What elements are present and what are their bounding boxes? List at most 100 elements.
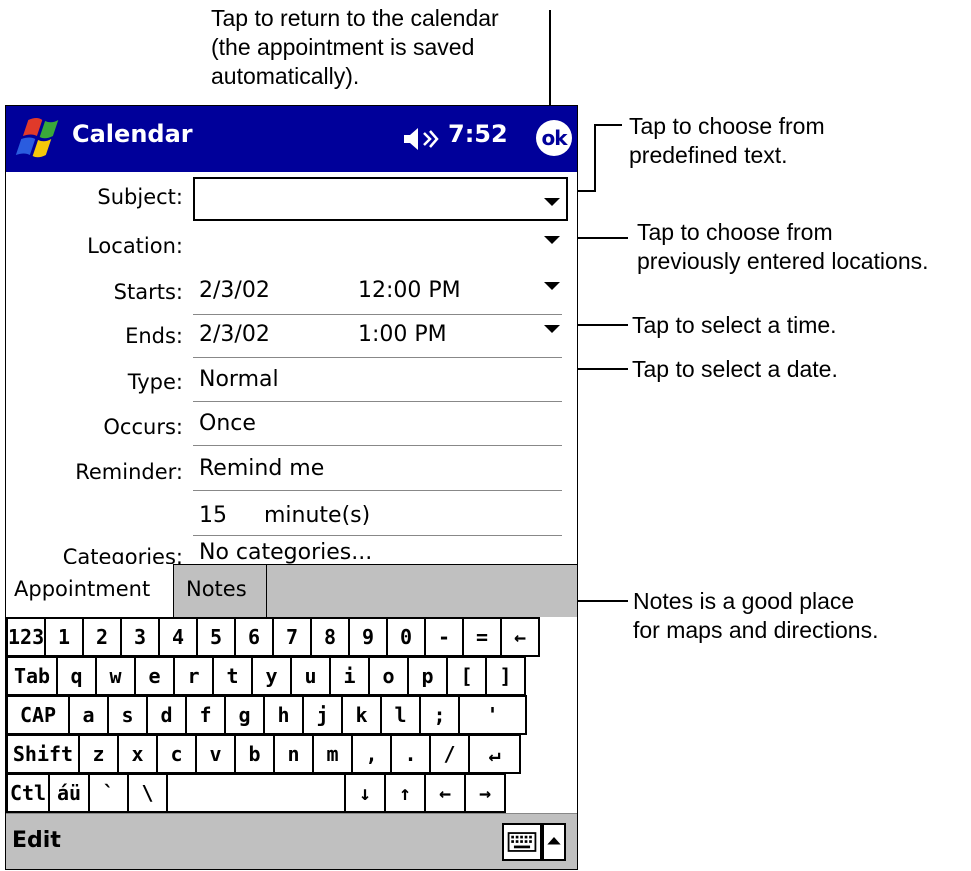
callout-notes: Notes is a good place for maps and direc… — [633, 588, 879, 643]
key-w[interactable]: w — [95, 656, 136, 696]
key-z[interactable]: z — [78, 734, 119, 774]
starts-time-arrow-icon[interactable] — [544, 282, 560, 290]
type-underline — [193, 401, 562, 402]
subject-field[interactable] — [193, 177, 568, 221]
type-value[interactable]: Normal — [199, 367, 279, 392]
subject-label: Subject: — [97, 185, 183, 209]
reminder-value[interactable]: Remind me — [199, 456, 324, 481]
key-4[interactable]: 4 — [158, 617, 198, 657]
key-o[interactable]: o — [368, 656, 409, 696]
key-q[interactable]: q — [56, 656, 97, 696]
callout-return: Tap to return to the calendar (the appoi… — [211, 5, 499, 89]
location-label: Location: — [87, 234, 183, 258]
ends-time-arrow-icon[interactable] — [544, 325, 560, 333]
key-up[interactable]: ↑ — [384, 773, 426, 813]
key-1[interactable]: 1 — [44, 617, 84, 657]
app-title: Calendar — [72, 120, 193, 148]
key-f[interactable]: f — [185, 695, 226, 735]
key-backtick[interactable]: ` — [88, 773, 129, 813]
key-comma[interactable]: , — [351, 734, 392, 774]
key-r[interactable]: r — [173, 656, 214, 696]
key-n[interactable]: n — [273, 734, 314, 774]
key-period[interactable]: . — [390, 734, 431, 774]
clock[interactable]: 7:52 — [448, 120, 508, 148]
ends-time[interactable]: 1:00 PM — [358, 322, 447, 347]
key-backslash[interactable]: \ — [127, 773, 168, 813]
appointment-form: Subject: Location: Starts: 2/3/02 12:00 … — [6, 172, 577, 569]
key-123[interactable]: 123 — [6, 617, 46, 657]
reminder-label: Reminder: — [75, 460, 183, 484]
keyboard-icon[interactable] — [502, 823, 542, 861]
key-k[interactable]: k — [341, 695, 382, 735]
key-slash[interactable]: / — [429, 734, 470, 774]
key-left[interactable]: ← — [424, 773, 466, 813]
key-space[interactable] — [166, 773, 346, 813]
key-s[interactable]: s — [107, 695, 148, 735]
key-áü[interactable]: áü — [48, 773, 90, 813]
callout-predefined: Tap to choose from predefined text. — [629, 113, 825, 168]
key-b[interactable]: b — [234, 734, 275, 774]
key-9[interactable]: 9 — [348, 617, 388, 657]
callout-predefined-line-v — [594, 124, 596, 192]
key-minus[interactable]: - — [424, 617, 464, 657]
key-e[interactable]: e — [134, 656, 175, 696]
tab-strip: Appointment Notes — [6, 564, 577, 617]
key-8[interactable]: 8 — [310, 617, 350, 657]
key-2[interactable]: 2 — [82, 617, 122, 657]
up-arrow-icon[interactable] — [542, 823, 566, 861]
key-right[interactable]: → — [464, 773, 506, 813]
key-j[interactable]: j — [302, 695, 343, 735]
key-x[interactable]: x — [117, 734, 158, 774]
key-3[interactable]: 3 — [120, 617, 160, 657]
key-g[interactable]: g — [224, 695, 265, 735]
key-6[interactable]: 6 — [234, 617, 274, 657]
key-i[interactable]: i — [329, 656, 370, 696]
key-d[interactable]: d — [146, 695, 187, 735]
key-backspace[interactable]: ← — [500, 617, 540, 657]
starts-time[interactable]: 12:00 PM — [358, 278, 461, 303]
type-label: Type: — [127, 370, 183, 394]
key-equals[interactable]: = — [462, 617, 502, 657]
subject-dropdown-arrow-icon[interactable] — [544, 198, 560, 206]
key-0[interactable]: 0 — [386, 617, 426, 657]
key-quote[interactable]: ' — [458, 695, 527, 735]
reminder-underline — [193, 490, 562, 491]
key-c[interactable]: c — [156, 734, 197, 774]
key-ctl[interactable]: Ctl — [6, 773, 50, 813]
key-v[interactable]: v — [195, 734, 236, 774]
key-m[interactable]: m — [312, 734, 353, 774]
key-down[interactable]: ↓ — [344, 773, 386, 813]
tab-appointment[interactable]: Appointment — [6, 564, 174, 617]
tab-notes[interactable]: Notes — [174, 564, 267, 617]
ends-date[interactable]: 2/3/02 — [199, 322, 270, 347]
key-7[interactable]: 7 — [272, 617, 312, 657]
key-l[interactable]: l — [380, 695, 421, 735]
key-p[interactable]: p — [407, 656, 448, 696]
reminder-amount[interactable]: 15 — [199, 503, 227, 528]
key-u[interactable]: u — [290, 656, 331, 696]
key-t[interactable]: t — [212, 656, 253, 696]
key-lbracket[interactable]: [ — [446, 656, 487, 696]
reminder-unit[interactable]: minute(s) — [264, 503, 370, 528]
occurs-value[interactable]: Once — [199, 411, 256, 436]
callout-time: Tap to select a time. — [632, 312, 837, 338]
location-dropdown-arrow-icon[interactable] — [544, 236, 560, 244]
key-h[interactable]: h — [263, 695, 304, 735]
key-a[interactable]: a — [68, 695, 109, 735]
key-rbracket[interactable]: ] — [485, 656, 526, 696]
key-5[interactable]: 5 — [196, 617, 236, 657]
starts-date[interactable]: 2/3/02 — [199, 278, 270, 303]
occurs-underline — [193, 445, 562, 446]
key-y[interactable]: y — [251, 656, 292, 696]
key-semicolon[interactable]: ; — [419, 695, 460, 735]
speaker-icon[interactable] — [402, 125, 442, 153]
key-shift[interactable]: Shift — [6, 734, 80, 774]
key-tab[interactable]: Tab — [6, 656, 58, 696]
edit-menu[interactable]: Edit — [12, 828, 61, 853]
key-cap[interactable]: CAP — [6, 695, 70, 735]
callout-date: Tap to select a date. — [632, 356, 838, 382]
key-enter[interactable]: ↵ — [468, 734, 521, 774]
windows-start-icon[interactable] — [10, 112, 66, 166]
categories-value[interactable]: No categories... — [199, 540, 372, 565]
ok-button[interactable]: ok — [536, 120, 572, 156]
